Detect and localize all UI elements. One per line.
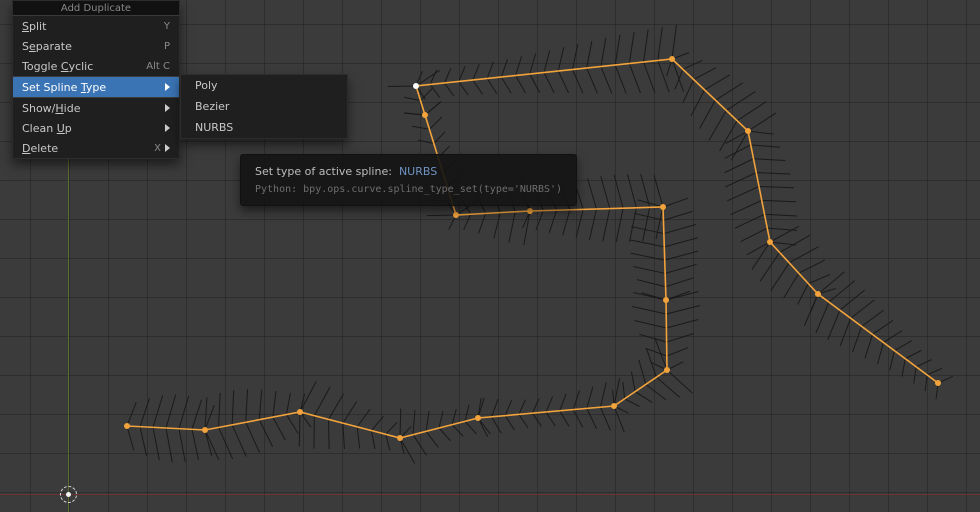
spline-vertex[interactable] xyxy=(527,208,533,214)
spline-vertex[interactable] xyxy=(202,427,208,433)
menu-item2-0[interactable]: Show/Hide xyxy=(13,98,179,118)
spline-vertex[interactable] xyxy=(660,204,666,210)
menu-item-1[interactable]: SeparateP xyxy=(13,36,179,56)
spline-vertex[interactable] xyxy=(767,239,773,245)
operator-tooltip: Set type of active spline: NURBS Python:… xyxy=(240,154,577,206)
spline-vertex[interactable] xyxy=(413,83,419,89)
tooltip-value: NURBS xyxy=(399,165,437,178)
submenu-item-2[interactable]: NURBS xyxy=(181,117,347,138)
curve-context-menu: Add Duplicate SplitYSeparatePToggle Cycl… xyxy=(12,0,180,159)
spline-vertex[interactable] xyxy=(935,380,941,386)
spline-vertex[interactable] xyxy=(422,112,428,118)
submenu-item-0[interactable]: Poly xyxy=(181,75,347,96)
spline-vertex[interactable] xyxy=(397,435,403,441)
chevron-right-icon xyxy=(165,144,170,152)
spline-vertex[interactable] xyxy=(611,403,617,409)
spline-type-submenu: PolyBezierNURBS xyxy=(180,74,348,139)
spline-vertex[interactable] xyxy=(475,415,481,421)
spline-vertex[interactable] xyxy=(297,409,303,415)
spline-vertex[interactable] xyxy=(124,423,130,429)
spline-vertex[interactable] xyxy=(453,212,459,218)
chevron-right-icon xyxy=(165,124,170,132)
menu-item2-1[interactable]: Clean Up xyxy=(13,118,179,138)
tooltip-python: Python: bpy.ops.curve.spline_type_set(ty… xyxy=(255,184,562,195)
chevron-right-icon xyxy=(165,104,170,112)
chevron-right-icon xyxy=(165,83,170,91)
spline-vertex[interactable] xyxy=(669,56,675,62)
menu-header: Add Duplicate xyxy=(13,1,179,15)
menu-item2-2[interactable]: DeleteX xyxy=(13,138,179,158)
menu-set-spline-type[interactable]: Set Spline Type xyxy=(13,77,179,97)
spline-vertex[interactable] xyxy=(664,367,670,373)
tooltip-desc: Set type of active spline: xyxy=(255,165,392,178)
spline-vertex[interactable] xyxy=(663,297,669,303)
spline-vertex[interactable] xyxy=(745,128,751,134)
submenu-item-1[interactable]: Bezier xyxy=(181,96,347,117)
spline-vertex[interactable] xyxy=(815,291,821,297)
menu-item-0[interactable]: SplitY xyxy=(13,16,179,36)
menu-item-2[interactable]: Toggle CyclicAlt C xyxy=(13,56,179,76)
